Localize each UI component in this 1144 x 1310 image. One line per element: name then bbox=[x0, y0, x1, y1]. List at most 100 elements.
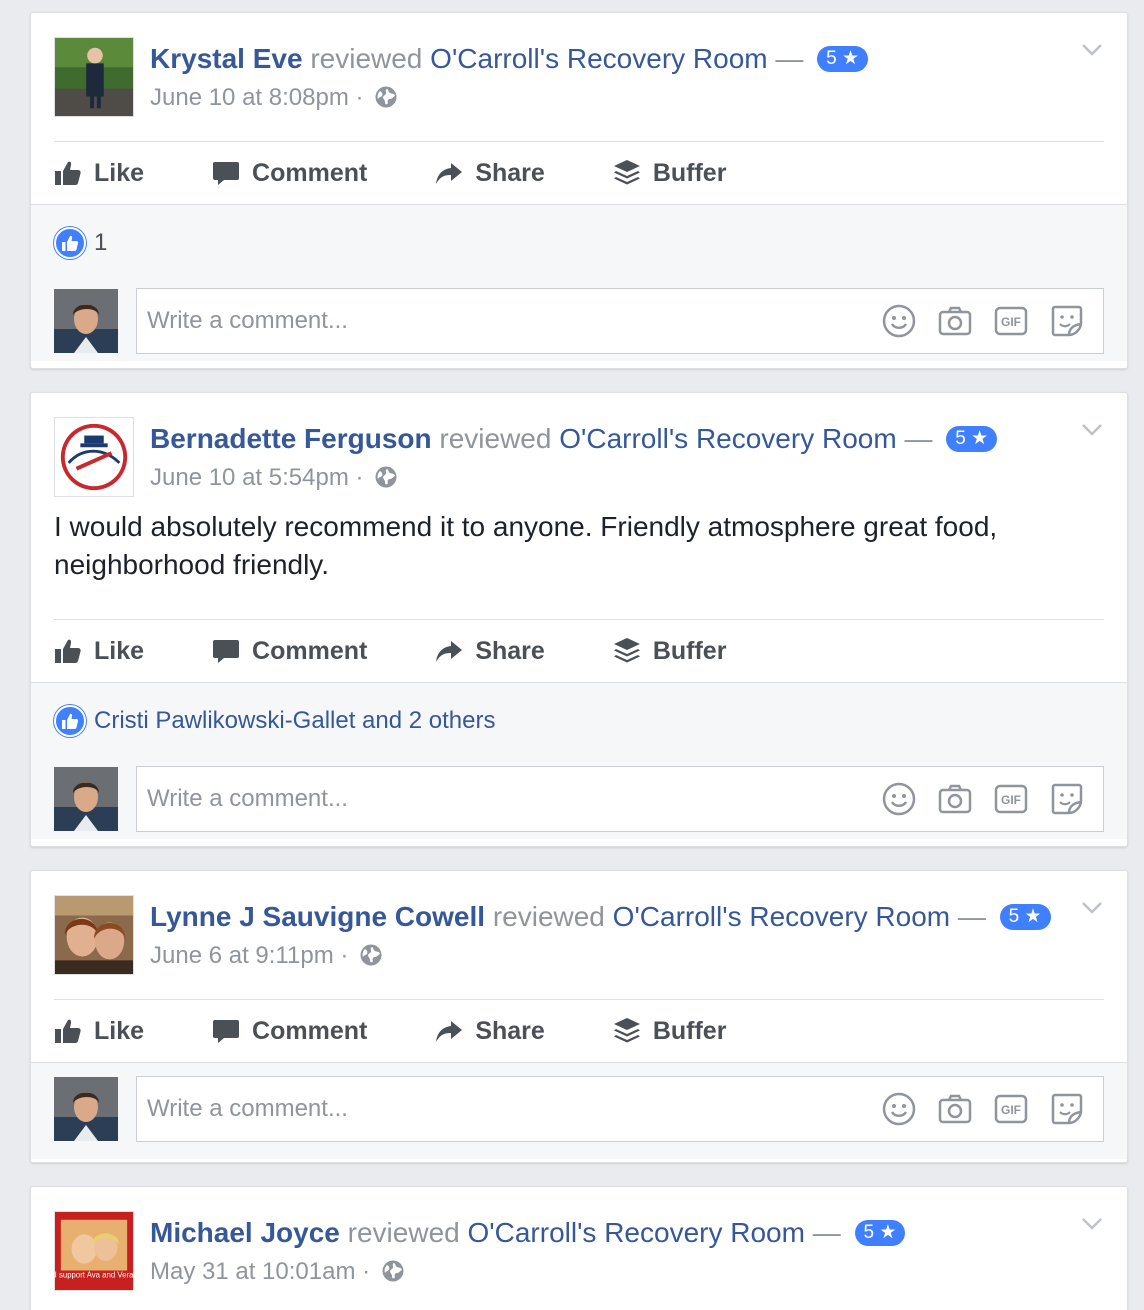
like-button[interactable]: Like bbox=[54, 1017, 144, 1046]
chevron-down-icon[interactable] bbox=[1081, 901, 1103, 915]
buffer-label: Buffer bbox=[652, 158, 727, 187]
share-label: Share bbox=[475, 636, 545, 665]
reviewed-verb: reviewed bbox=[347, 1217, 460, 1248]
review-text: I would absolutely recommend it to anyon… bbox=[54, 511, 998, 580]
post-title: Bernadette Ferguson reviewed O'Carroll's… bbox=[150, 421, 998, 457]
globe-icon[interactable] bbox=[381, 1259, 405, 1283]
page-name[interactable]: O'Carroll's Recovery Room bbox=[468, 1217, 805, 1248]
comment-composer bbox=[54, 759, 1104, 839]
page-name[interactable]: O'Carroll's Recovery Room bbox=[430, 43, 767, 74]
reaction-count[interactable]: 1 bbox=[94, 229, 107, 257]
share-icon bbox=[435, 1017, 463, 1045]
rating-badge: 5 ★ bbox=[946, 426, 998, 452]
chevron-down-icon[interactable] bbox=[1081, 43, 1103, 57]
share-icon bbox=[435, 637, 463, 665]
rating-badge: 5 ★ bbox=[999, 904, 1051, 930]
share-button[interactable]: Share bbox=[435, 159, 545, 188]
buffer-label: Buffer bbox=[652, 1016, 727, 1045]
post-card: Bernadette Ferguson reviewed O'Carroll's… bbox=[30, 392, 1128, 847]
comment-label: Comment bbox=[252, 1016, 368, 1045]
globe-icon[interactable] bbox=[374, 85, 398, 109]
timestamp[interactable]: June 6 at 9:11pm · bbox=[150, 942, 348, 969]
author-avatar[interactable] bbox=[54, 37, 134, 117]
timestamp[interactable]: May 31 at 10:01am · bbox=[150, 1258, 370, 1285]
share-icon bbox=[435, 159, 463, 187]
comment-box bbox=[136, 1076, 1104, 1142]
sticker-icon[interactable] bbox=[1049, 781, 1085, 817]
camera-icon[interactable] bbox=[937, 781, 973, 817]
reaction-names[interactable]: Cristi Pawlikowski-Gallet and 2 others bbox=[94, 707, 495, 735]
post-meta: June 10 at 8:08pm · bbox=[150, 83, 398, 113]
buffer-icon bbox=[613, 1017, 641, 1045]
like-reaction-icon bbox=[54, 227, 86, 259]
current-user-avatar bbox=[54, 289, 118, 353]
post-header: I support Ava and Vera Michael Joyce rev… bbox=[31, 1187, 1127, 1310]
like-label: Like bbox=[94, 636, 145, 665]
comment-box bbox=[136, 766, 1104, 832]
author-avatar[interactable]: I support Ava and Vera bbox=[54, 1211, 134, 1291]
post-title: Lynne J Sauvigne Cowell reviewed O'Carro… bbox=[150, 899, 1051, 935]
comment-input[interactable] bbox=[137, 289, 861, 353]
author-name[interactable]: Bernadette Ferguson bbox=[150, 423, 432, 454]
action-bar: Like Comment Share Buffer bbox=[31, 142, 1127, 204]
buffer-button[interactable]: Buffer bbox=[613, 158, 727, 188]
timestamp[interactable]: June 10 at 5:54pm · bbox=[150, 464, 363, 491]
current-user-avatar bbox=[54, 767, 118, 831]
author-name[interactable]: Michael Joyce bbox=[150, 1217, 340, 1248]
rating-badge: 5 ★ bbox=[854, 1220, 906, 1246]
camera-icon[interactable] bbox=[937, 303, 973, 339]
action-bar: Like Comment Share Buffer bbox=[31, 620, 1127, 682]
gif-icon[interactable] bbox=[993, 1091, 1029, 1127]
emoji-icon[interactable] bbox=[881, 781, 917, 817]
share-button[interactable]: Share bbox=[435, 1016, 545, 1046]
author-name[interactable]: Krystal Eve bbox=[150, 43, 303, 74]
timestamp[interactable]: June 10 at 8:08pm · bbox=[150, 84, 363, 111]
emoji-icon[interactable] bbox=[881, 303, 917, 339]
reviewed-verb: reviewed bbox=[492, 901, 605, 932]
gif-icon[interactable] bbox=[993, 781, 1029, 817]
thumbs-up-icon bbox=[54, 159, 82, 187]
comment-icon bbox=[212, 159, 240, 187]
comment-tools bbox=[861, 1091, 1103, 1127]
chevron-down-icon[interactable] bbox=[1081, 1217, 1103, 1231]
share-button[interactable]: Share bbox=[435, 636, 545, 666]
chevron-down-icon[interactable] bbox=[1081, 423, 1103, 437]
author-name[interactable]: Lynne J Sauvigne Cowell bbox=[150, 901, 485, 932]
comment-button[interactable]: Comment bbox=[212, 1017, 367, 1046]
gif-icon[interactable] bbox=[993, 303, 1029, 339]
comment-tools bbox=[861, 781, 1103, 817]
post-meta: June 6 at 9:11pm · bbox=[150, 941, 383, 971]
title-dash: — bbox=[812, 1217, 841, 1248]
post-header: Krystal Eve reviewed O'Carroll's Recover… bbox=[31, 13, 1127, 141]
post-title: Krystal Eve reviewed O'Carroll's Recover… bbox=[150, 41, 869, 77]
like-button[interactable]: Like bbox=[54, 159, 144, 188]
camera-icon[interactable] bbox=[937, 1091, 973, 1127]
share-label: Share bbox=[475, 1016, 545, 1045]
post-footer bbox=[31, 1062, 1127, 1159]
like-button[interactable]: Like bbox=[54, 637, 144, 666]
globe-icon[interactable] bbox=[359, 943, 383, 967]
author-avatar[interactable] bbox=[54, 417, 134, 497]
post-footer: 1 bbox=[31, 204, 1127, 361]
reactions-row: Cristi Pawlikowski-Gallet and 2 others bbox=[54, 683, 1104, 759]
buffer-button[interactable]: Buffer bbox=[613, 637, 726, 666]
author-avatar[interactable] bbox=[54, 895, 134, 975]
comment-button[interactable]: Comment bbox=[212, 637, 367, 666]
like-reaction-icon bbox=[54, 705, 86, 737]
sticker-icon[interactable] bbox=[1049, 303, 1085, 339]
globe-icon[interactable] bbox=[374, 465, 398, 489]
page-name[interactable]: O'Carroll's Recovery Room bbox=[613, 901, 950, 932]
comment-input[interactable] bbox=[137, 1077, 861, 1141]
buffer-button[interactable]: Buffer bbox=[613, 1016, 727, 1046]
comment-label: Comment bbox=[252, 636, 368, 665]
post-meta: June 10 at 5:54pm · bbox=[150, 463, 398, 493]
emoji-icon[interactable] bbox=[881, 1091, 917, 1127]
comment-input[interactable] bbox=[137, 767, 861, 831]
buffer-icon bbox=[613, 637, 641, 665]
comment-button[interactable]: Comment bbox=[212, 159, 367, 188]
post-card: I support Ava and Vera Michael Joyce rev… bbox=[30, 1186, 1128, 1310]
sticker-icon[interactable] bbox=[1049, 1091, 1085, 1127]
rating-badge: 5 ★ bbox=[817, 46, 869, 72]
comment-icon bbox=[212, 1017, 240, 1045]
page-name[interactable]: O'Carroll's Recovery Room bbox=[559, 423, 896, 454]
